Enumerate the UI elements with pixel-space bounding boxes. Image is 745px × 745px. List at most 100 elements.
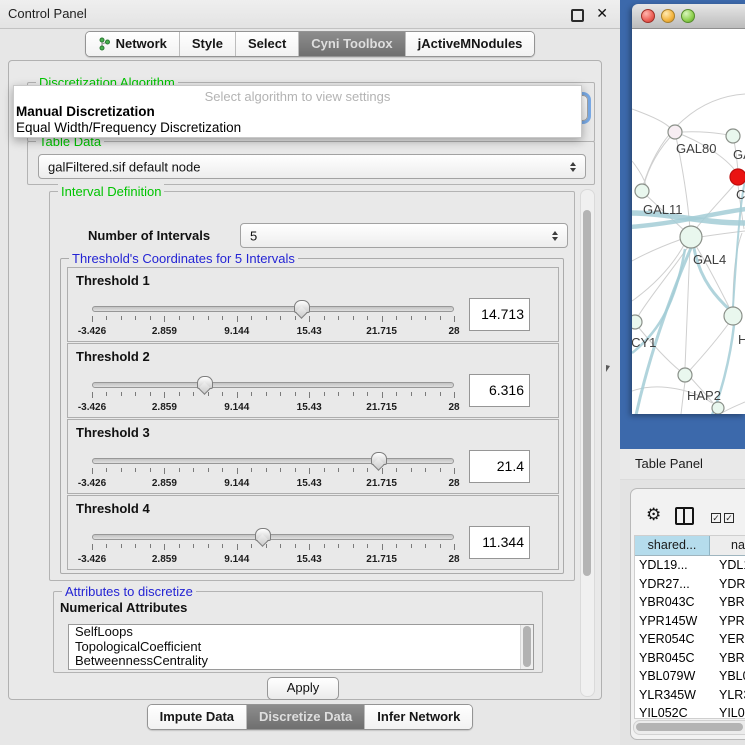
scrollbar-thumb[interactable] <box>583 210 591 576</box>
table-horizontal-scrollbar[interactable] <box>633 720 745 735</box>
tab-cyni-toolbox[interactable]: Cyni Toolbox <box>298 32 404 56</box>
tick-label: 2.859 <box>152 402 177 413</box>
list-item[interactable]: TopologicalCoefficient <box>69 640 533 655</box>
tab-impute-data[interactable]: Impute Data <box>148 705 246 729</box>
apply-button[interactable]: Apply <box>267 677 339 700</box>
slider-thumb[interactable] <box>197 376 213 389</box>
network-node[interactable] <box>680 226 702 248</box>
network-graph[interactable]: GAL80GACGAL11GAL4GCY1HHAP2 <box>632 29 745 414</box>
close-icon[interactable]: ✕ <box>596 5 608 22</box>
list-item[interactable]: SelfLoops <box>69 625 533 640</box>
threshold-slider-1[interactable]: -3.4262.8599.14415.4321.71528 <box>92 300 454 338</box>
threshold-slider-3[interactable]: -3.4262.8599.14415.4321.71528 <box>92 452 454 490</box>
node-attribute-table: shared... na YDL19...YDL1YDR27...YDR2YBR… <box>634 535 745 719</box>
slider-track[interactable] <box>92 382 454 388</box>
bottom-tab-group: Impute Data Discretize DataInfer Network <box>147 704 474 730</box>
list-scrollbar[interactable] <box>520 625 533 669</box>
slider-tick <box>164 316 165 322</box>
slider-tick <box>324 544 325 548</box>
network-edge <box>632 161 646 185</box>
close-traffic-light[interactable] <box>641 9 655 23</box>
tab-jactivemnodules[interactable]: jActiveMNodules <box>405 32 535 56</box>
threshold-slider-4[interactable]: -3.4262.8599.14415.4321.71528 <box>92 528 454 566</box>
slider-tick <box>396 544 397 548</box>
tab-select[interactable]: Select <box>235 32 298 56</box>
minimize-traffic-light[interactable] <box>661 9 675 23</box>
tab-network[interactable]: Network <box>86 32 179 56</box>
node-label: GAL4 <box>693 252 726 267</box>
numerical-attributes-list[interactable]: SelfLoopsTopologicalCoefficientBetweenne… <box>68 624 534 670</box>
column-header-name[interactable]: na <box>710 536 745 555</box>
threshold-value-field[interactable]: 21.4 <box>469 450 530 483</box>
threshold-panel-4: Threshold 4-3.4262.8599.14415.4321.71528… <box>67 495 559 570</box>
slider-tick <box>150 316 151 320</box>
select-check-icon[interactable]: ✓ <box>724 513 734 523</box>
cell-shared-name: YBR045C <box>635 649 713 668</box>
column-header-shared-name[interactable]: shared... <box>635 536 710 555</box>
table-row[interactable]: YBL079WYBL0 <box>635 667 745 686</box>
network-edge <box>632 109 671 129</box>
slider-thumb[interactable] <box>255 528 271 541</box>
tab-style[interactable]: Style <box>179 32 235 56</box>
float-icon[interactable] <box>571 9 584 22</box>
slider-track[interactable] <box>92 534 454 540</box>
node-label: H <box>738 332 745 347</box>
table-row[interactable]: YBR045CYBR0 <box>635 649 745 668</box>
slider-track[interactable] <box>92 306 454 312</box>
network-node[interactable] <box>678 368 692 382</box>
tab-discretize-data[interactable]: Discretize Data <box>246 705 364 729</box>
slider-tick <box>295 392 296 396</box>
threshold-value-field[interactable]: 6.316 <box>469 374 530 407</box>
scrollbar-thumb[interactable] <box>636 723 743 731</box>
list-item[interactable]: BetweennessCentrality <box>69 654 533 669</box>
tick-label: 9.144 <box>224 326 249 337</box>
panel-scrollbar[interactable] <box>580 189 595 697</box>
slider-tick <box>280 392 281 396</box>
network-edge <box>685 248 690 368</box>
threshold-slider-2[interactable]: -3.4262.8599.14415.4321.71528 <box>92 376 454 414</box>
slider-tick <box>266 468 267 472</box>
slider-tick <box>164 392 165 398</box>
zoom-traffic-light[interactable] <box>681 9 695 23</box>
select-all-check-icon[interactable]: ✓ <box>711 513 721 523</box>
slider-tick <box>237 544 238 550</box>
tab-label: Impute Data <box>160 709 234 724</box>
slider-tick <box>208 544 209 548</box>
network-node[interactable] <box>724 307 742 325</box>
number-of-intervals-combobox[interactable]: 5 <box>240 223 568 248</box>
dropdown-item-equal-width-frequency[interactable]: Equal Width/Frequency Discretization <box>16 120 241 135</box>
tab-label: Cyni Toolbox <box>311 36 392 51</box>
table-row[interactable]: YBR043CYBR0 <box>635 593 745 612</box>
slider-tick <box>396 468 397 472</box>
slider-tick <box>295 468 296 472</box>
slider-thumb[interactable] <box>371 452 387 465</box>
table-row[interactable]: YLR345WYLR3 <box>635 686 745 705</box>
columns-icon[interactable] <box>675 507 694 525</box>
slider-tick <box>425 544 426 548</box>
tick-label: -3.426 <box>78 402 106 413</box>
dropdown-item-manual-discretization[interactable]: Manual Discretization <box>16 104 155 119</box>
tab-infer-network[interactable]: Infer Network <box>364 705 472 729</box>
network-node[interactable] <box>635 184 649 198</box>
panel-title: Control Panel <box>8 0 87 28</box>
slider-thumb[interactable] <box>294 300 310 313</box>
table-row[interactable]: YDL19...YDL1 <box>635 556 745 575</box>
threshold-value-field[interactable]: 11.344 <box>469 526 530 559</box>
threshold-panel-2: Threshold 2-3.4262.8599.14415.4321.71528… <box>67 343 559 418</box>
network-node[interactable] <box>712 402 724 414</box>
table-data-combobox[interactable]: galFiltered.sif default node <box>38 154 586 179</box>
network-canvas[interactable]: GAL80GACGAL11GAL4GCY1HHAP2 <box>632 29 745 414</box>
slider-track[interactable] <box>92 458 454 464</box>
network-node[interactable] <box>632 315 642 329</box>
table-row[interactable]: YDR27...YDR2 <box>635 575 745 594</box>
gear-icon[interactable]: ⚙ <box>646 506 661 523</box>
network-node[interactable] <box>726 129 740 143</box>
network-node[interactable] <box>730 169 745 185</box>
network-node[interactable] <box>668 125 682 139</box>
threshold-label: Threshold 3 <box>76 425 150 440</box>
table-row[interactable]: YIL052CYIL0 <box>635 704 745 719</box>
slider-tick <box>179 392 180 396</box>
table-row[interactable]: YER054CYER0 <box>635 630 745 649</box>
table-row[interactable]: YPR145WYPR1 <box>635 612 745 631</box>
threshold-value-field[interactable]: 14.713 <box>469 298 530 331</box>
